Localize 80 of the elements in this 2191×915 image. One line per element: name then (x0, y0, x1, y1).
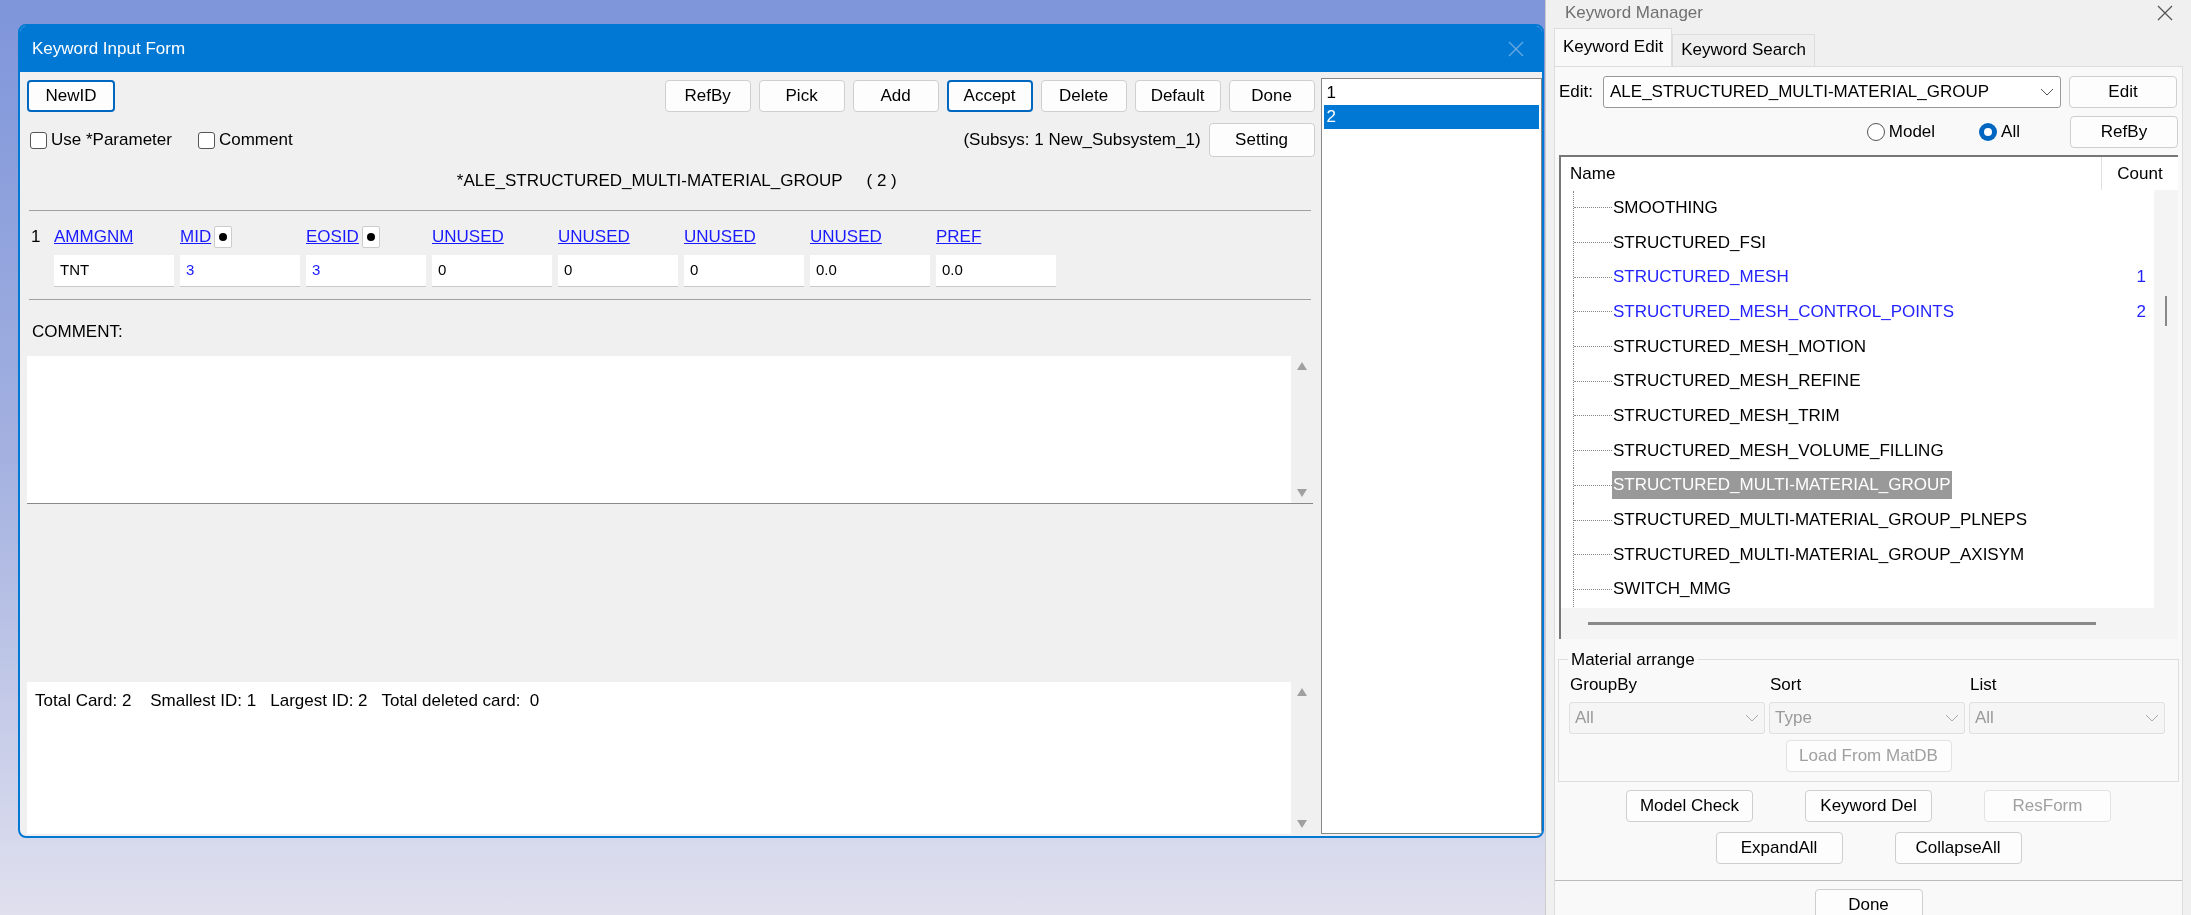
select-label: Sort (1769, 673, 1803, 696)
scroll-up-icon[interactable] (1296, 688, 1307, 696)
picker-button[interactable] (214, 226, 233, 248)
scroll-down-icon[interactable] (1296, 820, 1307, 828)
input-field[interactable]: 0 (684, 255, 804, 287)
row-number: 1 (30, 226, 42, 248)
tree-item[interactable]: STRUCTURED_MESH (1612, 263, 1790, 292)
keyword-dropdown[interactable]: ALE_STRUCTURED_MULTI-MATERIAL_GROUP (1603, 75, 2061, 108)
input-field[interactable]: 0 (432, 255, 552, 287)
form-button[interactable]: ExpandAll (1715, 831, 1843, 864)
form-button[interactable]: Model Check (1626, 789, 1753, 822)
tree-item[interactable]: STRUCTURED_MESH_TRIM (1612, 401, 1841, 430)
scroll-up-icon[interactable] (1296, 362, 1307, 370)
form-button[interactable]: Delete (1040, 80, 1127, 112)
input-field[interactable]: 3 (180, 255, 300, 287)
form-button[interactable]: RefBy (2070, 115, 2178, 148)
input-field[interactable]: 0.0 (936, 255, 1056, 287)
field-label-link[interactable]: EOSID (306, 224, 359, 250)
radio-button[interactable]: Model (1866, 118, 1936, 145)
summary-textarea[interactable]: Total Card: 2 Smallest ID: 1 Largest ID: 2 Total deleted card: 0 (27, 682, 1313, 834)
id-list-item[interactable]: 2 (1323, 105, 1539, 129)
form-button[interactable]: NewID (27, 80, 115, 112)
horizontal-scroll-thumb[interactable] (1588, 621, 2096, 625)
id-list-item[interactable]: 1 (1323, 81, 1539, 105)
comment-textarea[interactable] (27, 356, 1313, 504)
form-button[interactable]: Done (1228, 80, 1315, 112)
column-header[interactable]: Name (1561, 156, 2102, 190)
form-button[interactable]: CollapseAll (1894, 831, 2022, 864)
keyword-id: ( 2 ) (866, 170, 897, 193)
edit-label: Edit: (1559, 80, 1595, 103)
tree-item[interactable]: STRUCTURED_MESH_VOLUME_FILLING (1612, 436, 1945, 465)
tree-item[interactable]: STRUCTURED_FSI (1612, 228, 1767, 257)
form-button[interactable]: Keyword Del (1805, 789, 1932, 822)
window-title: Keyword Manager (1565, 2, 1703, 24)
form-button[interactable]: Pick (758, 80, 845, 112)
checkbox[interactable]: Use *Parameter (30, 127, 172, 153)
tree-item[interactable]: SMOOTHING (1612, 193, 1719, 222)
tree-item[interactable]: SWITCH_MMG (1612, 575, 1733, 604)
select-label: GroupBy (1569, 673, 1639, 696)
form-button[interactable]: Done (1814, 888, 1923, 915)
comment-label: COMMENT: (31, 321, 124, 341)
form-button[interactable]: Default (1134, 80, 1221, 112)
field-label-link[interactable]: PREF (936, 224, 982, 250)
window-title: Keyword Input Form (32, 38, 186, 61)
tree-item[interactable]: STRUCTURED_MESH_CONTROL_POINTS (1612, 297, 1955, 326)
field-label-link[interactable]: UNUSED (558, 224, 630, 250)
form-button[interactable]: Edit (2069, 75, 2177, 108)
close-icon[interactable] (2157, 4, 2173, 21)
tree-item[interactable]: STRUCTURED_MESH_MOTION (1612, 332, 1868, 361)
form-button[interactable]: RefBy (664, 80, 751, 112)
field-label-link[interactable]: AMMGNM (54, 224, 134, 250)
field-label-link[interactable]: UNUSED (810, 224, 882, 250)
form-button[interactable]: Add (852, 80, 939, 112)
checkbox[interactable]: Comment (197, 127, 293, 153)
scroll-thumb[interactable] (2165, 295, 2167, 326)
input-field[interactable]: 3 (306, 255, 426, 287)
column-header[interactable]: Count (2102, 156, 2178, 190)
form-button[interactable]: Accept (946, 80, 1033, 112)
input-field[interactable]: 0.0 (810, 255, 930, 287)
tab[interactable]: Keyword Edit (1554, 27, 1673, 66)
summary-text: Total Card: 2 Smallest ID: 1 Largest ID: 2 Total deleted card: 0 (34, 690, 540, 710)
tree-item[interactable]: STRUCTURED_MULTI-MATERIAL_GROUP_PLNEPS (1612, 506, 2029, 535)
input-field[interactable]: TNT (54, 255, 174, 287)
field-label-link[interactable]: UNUSED (432, 224, 504, 250)
form-button[interactable]: Setting (1208, 123, 1315, 157)
count-value: 2 (2136, 301, 2147, 324)
radio-button[interactable]: All (1979, 118, 2020, 145)
chevron-down-icon[interactable] (2040, 87, 2054, 96)
tree-item[interactable]: STRUCTURED_MULTI-MATERIAL_GROUP_AXISYM (1612, 540, 2026, 569)
subsystem-label: (Subsys: 1 New_Subsystem_1) (963, 129, 1201, 152)
tree-item[interactable]: STRUCTURED_MESH_REFINE (1612, 367, 1862, 396)
count-value: 1 (2136, 266, 2147, 289)
keyword-heading: *ALE_STRUCTURED_MULTI-MATERIAL_GROUP (456, 170, 843, 193)
field-label-link[interactable]: UNUSED (684, 224, 756, 250)
input-field[interactable]: 0 (558, 255, 678, 287)
tab[interactable]: Keyword Search (1672, 33, 1815, 66)
picker-button[interactable] (361, 226, 380, 248)
select-label: List (1969, 673, 1998, 696)
scroll-down-icon[interactable] (1296, 489, 1307, 497)
field-label-link[interactable]: MID (180, 224, 212, 250)
